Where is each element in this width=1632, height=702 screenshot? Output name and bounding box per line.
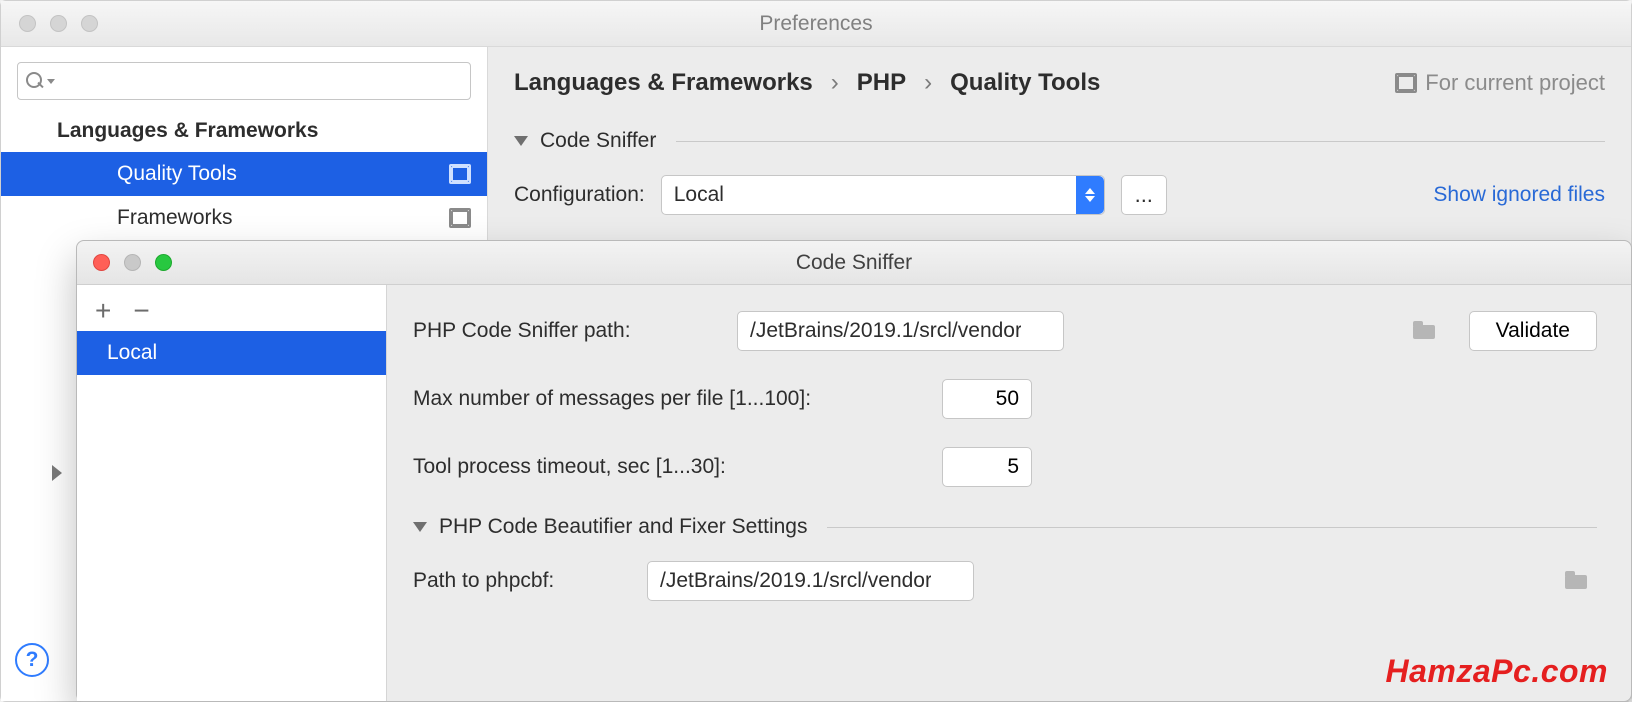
tree-item-label: Quality Tools	[117, 162, 237, 186]
chevron-right-icon: ›	[924, 69, 932, 97]
breadcrumbs: Languages & Frameworks › PHP › Quality T…	[514, 69, 1605, 97]
tree-item-quality-tools[interactable]: Quality Tools	[1, 152, 487, 196]
project-scope-icon	[451, 166, 469, 182]
list-item-local[interactable]: Local	[77, 331, 386, 375]
timeout-row: Tool process timeout, sec [1...30]:	[413, 447, 1597, 487]
dialog-title: Code Sniffer	[77, 251, 1631, 275]
max-messages-input[interactable]	[942, 379, 1032, 419]
crumb-languages[interactable]: Languages & Frameworks	[514, 69, 813, 97]
section-beautifier[interactable]: PHP Code Beautifier and Fixer Settings	[413, 515, 1597, 539]
for-current-project-label: For current project	[1397, 70, 1605, 96]
remove-button[interactable]: −	[133, 297, 149, 325]
validate-button[interactable]: Validate	[1469, 311, 1597, 351]
watermark-text: HamzaPc.com	[1386, 653, 1608, 690]
max-messages-row: Max number of messages per file [1...100…	[413, 379, 1597, 419]
search-icon	[26, 72, 45, 91]
crumb-quality-tools: Quality Tools	[950, 69, 1100, 97]
dialog-sidebar: + − Local	[77, 285, 387, 701]
select-stepper-icon[interactable]	[1076, 176, 1104, 214]
timeout-input[interactable]	[942, 447, 1032, 487]
divider	[676, 141, 1605, 142]
configure-button[interactable]: ...	[1121, 175, 1167, 215]
sniffer-path-row: PHP Code Sniffer path: Validate	[413, 311, 1597, 351]
configuration-label: Configuration:	[514, 183, 645, 207]
preferences-title: Preferences	[1, 12, 1631, 36]
chevron-right-icon	[52, 465, 62, 481]
tree-heading-label: Languages & Frameworks	[57, 119, 318, 143]
sidebar-collapse-handle[interactable]	[49, 453, 65, 493]
configuration-row: Configuration: Local ... Show ignored fi…	[514, 175, 1605, 215]
show-ignored-files-link[interactable]: Show ignored files	[1433, 183, 1605, 207]
configuration-value: Local	[674, 183, 724, 207]
dialog-form: PHP Code Sniffer path: Validate Max numb…	[387, 285, 1631, 701]
project-scope-icon	[1397, 75, 1415, 91]
chevron-down-icon[interactable]	[47, 79, 55, 84]
folder-icon[interactable]	[1565, 573, 1587, 589]
search-input[interactable]	[17, 62, 471, 100]
section-code-sniffer[interactable]: Code Sniffer	[514, 129, 1605, 153]
dialog-toolbar: + −	[77, 285, 386, 331]
tree-item-label: Frameworks	[117, 206, 233, 230]
chevron-right-icon: ›	[831, 69, 839, 97]
help-button[interactable]: ?	[15, 643, 49, 677]
sniffer-path-label: PHP Code Sniffer path:	[413, 319, 713, 343]
code-sniffer-dialog: Code Sniffer + − Local PHP Code Sniffer …	[76, 240, 1632, 702]
tree-heading-languages-frameworks[interactable]: Languages & Frameworks	[1, 110, 487, 152]
folder-icon[interactable]	[1413, 323, 1435, 339]
sniffer-path-input[interactable]	[737, 311, 1064, 351]
configuration-select[interactable]: Local	[661, 175, 1105, 215]
tree-item-frameworks[interactable]: Frameworks	[1, 196, 487, 240]
configuration-list: Local	[77, 331, 386, 701]
timeout-label: Tool process timeout, sec [1...30]:	[413, 455, 918, 479]
crumb-php[interactable]: PHP	[857, 69, 906, 97]
list-item-label: Local	[107, 341, 157, 364]
phpcbf-path-input[interactable]	[647, 561, 974, 601]
max-messages-label: Max number of messages per file [1...100…	[413, 387, 918, 411]
dialog-titlebar: Code Sniffer	[77, 241, 1631, 285]
section-title: Code Sniffer	[540, 129, 656, 153]
section-title: PHP Code Beautifier and Fixer Settings	[439, 515, 807, 539]
add-button[interactable]: +	[95, 297, 111, 325]
project-scope-icon	[451, 210, 469, 226]
divider	[827, 527, 1597, 528]
collapse-caret-icon[interactable]	[514, 136, 528, 146]
collapse-caret-icon[interactable]	[413, 522, 427, 532]
preferences-titlebar: Preferences	[1, 1, 1631, 47]
search-field[interactable]	[61, 70, 462, 92]
phpcbf-path-label: Path to phpcbf:	[413, 569, 623, 593]
phpcbf-path-row: Path to phpcbf:	[413, 561, 1597, 601]
